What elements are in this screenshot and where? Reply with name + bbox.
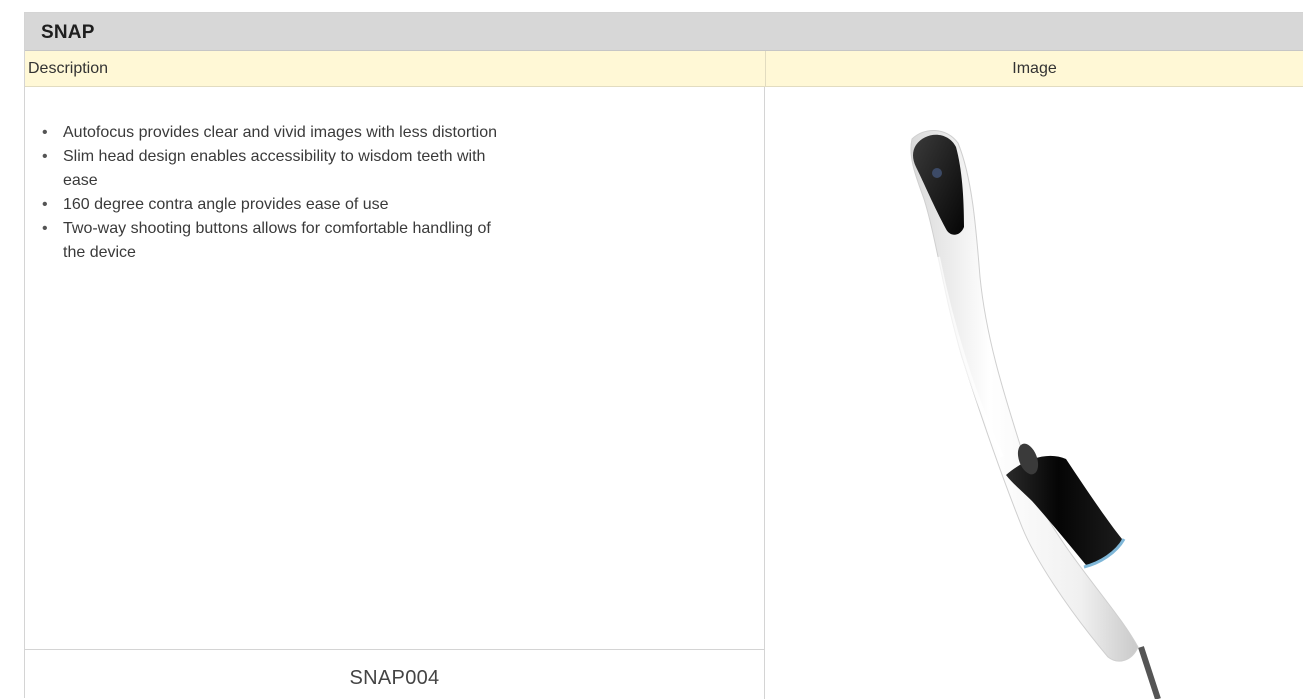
feature-item: • Two-way shooting buttons allows for co… [39,217,679,265]
feature-item: • 160 degree contra angle provides ease … [39,193,679,217]
feature-text: Two-way shooting buttons allows for comf… [63,220,491,261]
cable-shape [1138,646,1161,699]
bullet-icon: • [42,220,48,237]
feature-text: Autofocus provides clear and vivid image… [63,124,497,141]
bullet-icon: • [42,148,48,165]
column-header-description: Description [28,60,109,77]
bullet-icon: • [42,196,48,213]
intraoral-camera-icon [910,130,1161,699]
bullet-icon: • [42,124,48,141]
feature-list: • Autofocus provides clear and vivid ima… [39,121,679,265]
image-cell [766,87,1303,699]
table-title: SNAP [41,22,95,43]
feature-text: Slim head design enables accessibility t… [63,148,486,189]
lens-icon [932,168,942,178]
feature-text: 160 degree contra angle provides ease of… [63,196,389,213]
model-cell: SNAP004 [25,649,765,699]
feature-item: • Slim head design enables accessibility… [39,145,679,193]
column-header-image: Image [1012,60,1057,77]
header-row: Description Image [25,51,1303,87]
product-table: SNAP Description Image • Autofocus provi… [24,12,1303,699]
model-number: SNAP004 [349,667,440,689]
title-bar: SNAP [25,13,1303,51]
feature-item: • Autofocus provides clear and vivid ima… [39,121,679,145]
description-cell: • Autofocus provides clear and vivid ima… [25,87,765,649]
